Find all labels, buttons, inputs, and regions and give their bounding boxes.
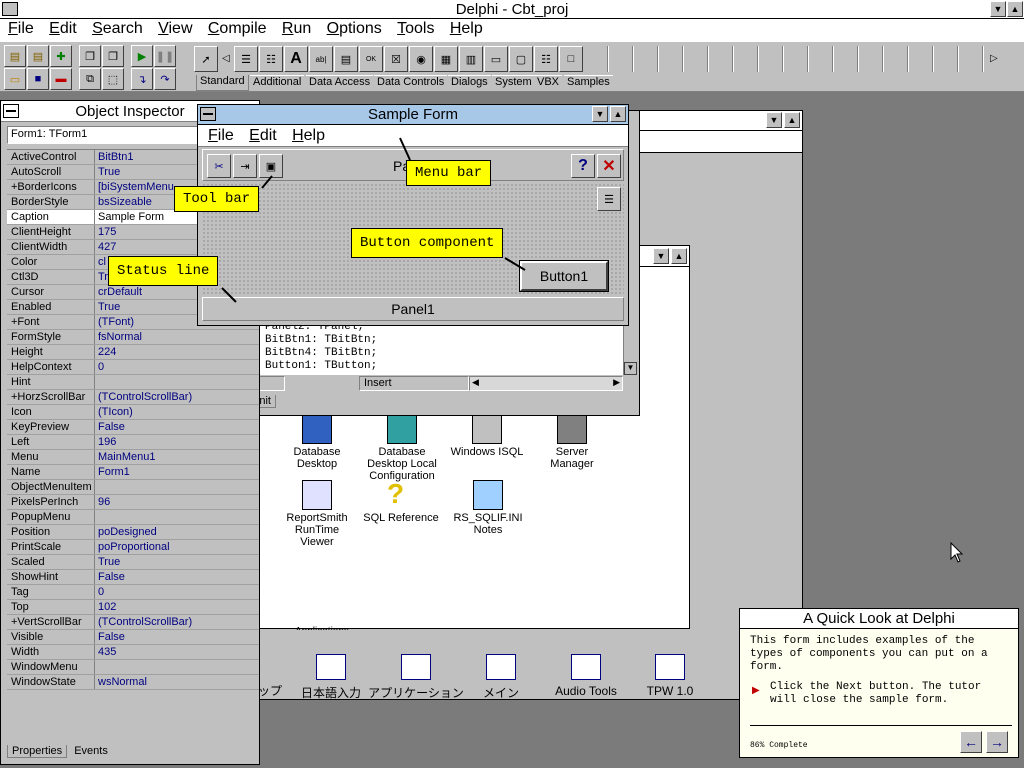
progress-label: 86% Complete <box>750 741 808 750</box>
next-button[interactable]: → <box>986 731 1008 753</box>
quick-look-body: This form includes examples of the types… <box>750 635 988 673</box>
next-pointer-icon: ▶ <box>752 685 760 696</box>
callout-button-component: Button component <box>351 228 504 258</box>
mouse-cursor-icon <box>950 542 964 563</box>
quick-look-window: A Quick Look at Delphi This form include… <box>739 608 1019 758</box>
quick-look-title-bar: A Quick Look at Delphi <box>740 609 1018 629</box>
callout-status-line: Status line <box>108 256 219 286</box>
quick-look-instruction: Click the Next button. The tutor will cl… <box>770 681 982 706</box>
menu-bar-pointer <box>399 137 411 161</box>
callout-menu-bar: Menu bar <box>406 160 492 186</box>
quick-look-title: A Quick Look at Delphi <box>803 610 955 627</box>
status-line-pointer <box>221 287 237 303</box>
previous-button[interactable]: ← <box>960 731 982 753</box>
tool-bar-pointer <box>261 175 273 189</box>
button-pointer <box>504 257 526 271</box>
callout-tool-bar: Tool bar <box>174 186 260 212</box>
